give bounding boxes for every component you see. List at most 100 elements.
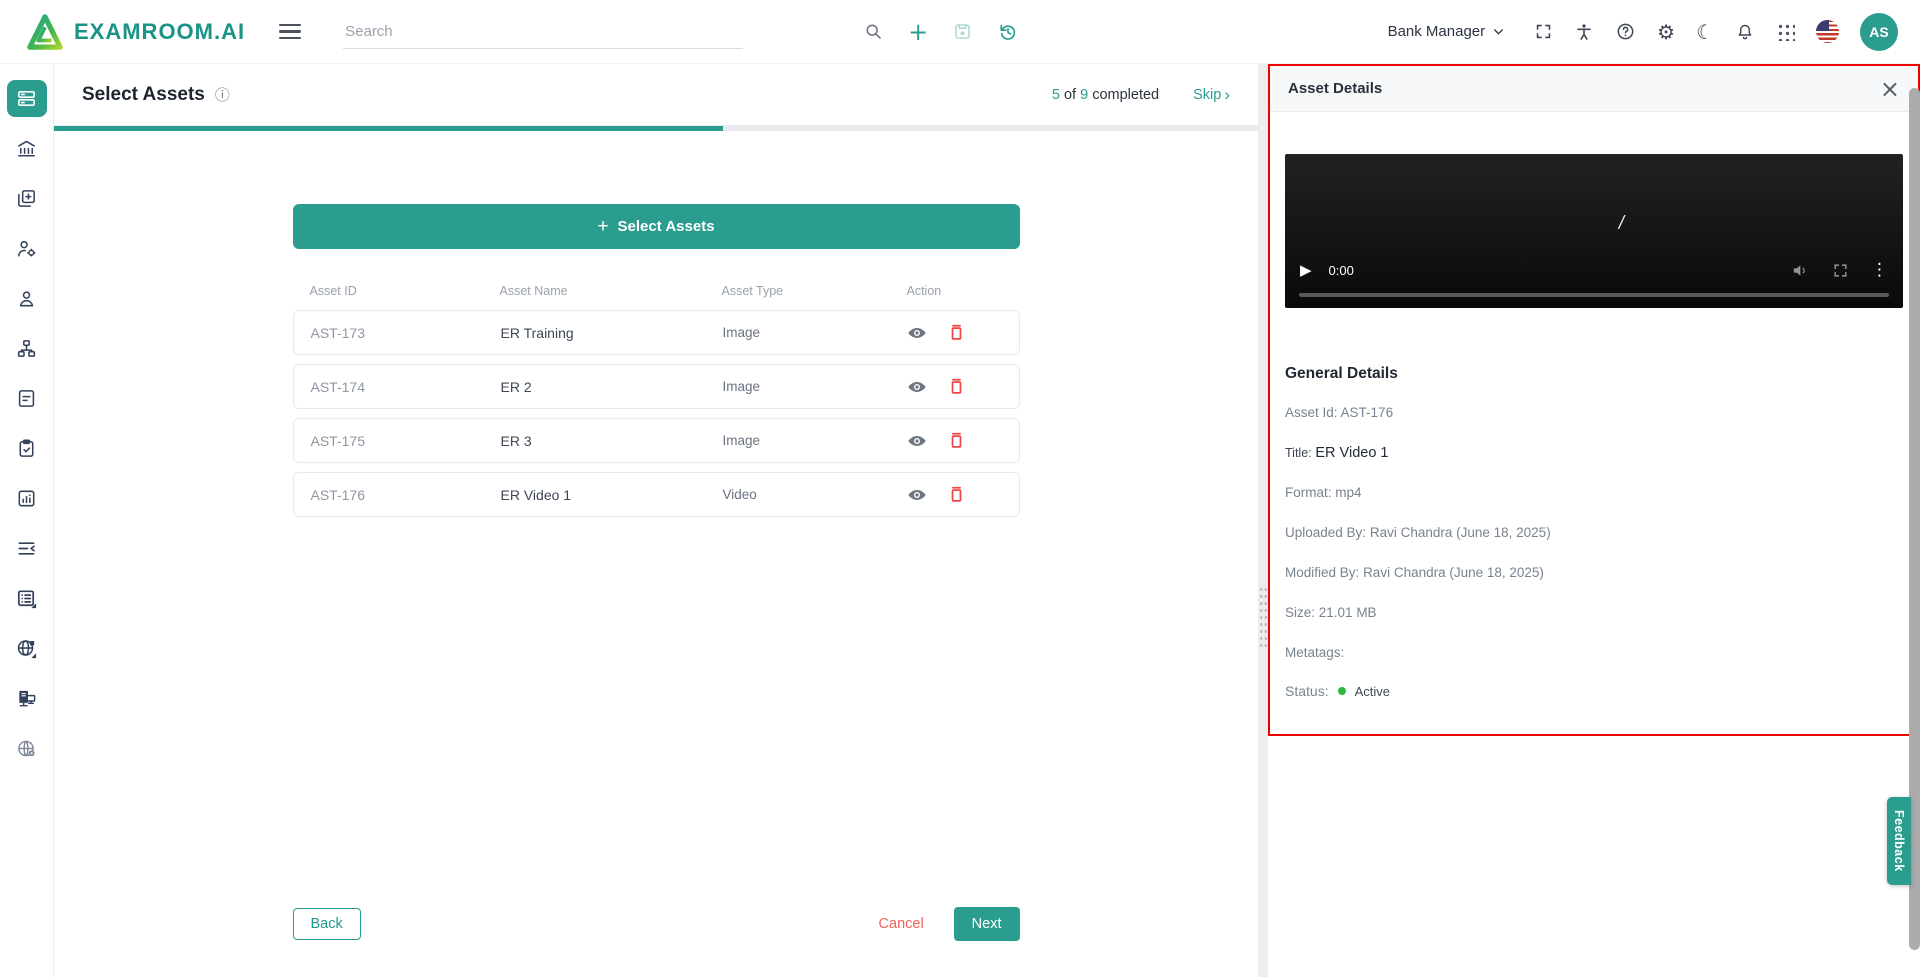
avatar[interactable]: AS: [1860, 12, 1898, 51]
content-area: + Select Assets Asset ID Asset Name Asse…: [54, 131, 1258, 977]
chevron-down-icon: [1494, 29, 1504, 35]
sidebar-item-document[interactable]: [7, 380, 47, 417]
preview-eye-icon[interactable]: [906, 376, 928, 398]
document-icon: [18, 390, 35, 407]
copy-add-icon: [18, 190, 35, 207]
table-row: AST-176 ER Video 1 Video: [292, 472, 1020, 517]
sidebar-item-hierarchy[interactable]: [7, 330, 47, 367]
list-collapse-icon: [18, 542, 35, 555]
preview-eye-icon[interactable]: [906, 430, 928, 452]
bank-institution-icon: [18, 140, 35, 157]
sidebar-item-user-settings[interactable]: [7, 230, 47, 267]
sidebar-item-bank[interactable]: [7, 130, 47, 167]
asset-type: Image: [722, 433, 761, 448]
clipboard-check-icon: [19, 439, 34, 457]
delete-trash-icon[interactable]: [947, 376, 966, 397]
detail-format: Format: mp4: [1285, 485, 1362, 500]
hamburger-menu-icon[interactable]: [279, 23, 302, 40]
globe-settings-icon: [18, 740, 35, 757]
brand-triangle-icon: [27, 13, 63, 50]
back-button[interactable]: Back: [292, 908, 361, 940]
feedback-tab[interactable]: Feedback: [1887, 797, 1911, 885]
asset-type: Video: [722, 487, 757, 502]
video-player[interactable]: / ▶ 0:00 ⋮: [1285, 154, 1903, 308]
detail-uploaded-by: Uploaded By: Ravi Chandra (June 18, 2025…: [1285, 525, 1551, 540]
asset-id: AST-173: [310, 324, 365, 341]
delete-trash-icon[interactable]: [947, 322, 966, 343]
asset-id: AST-175: [310, 432, 365, 449]
search-input[interactable]: [343, 14, 744, 49]
video-fullscreen-icon[interactable]: [1832, 262, 1849, 279]
delete-trash-icon[interactable]: [947, 484, 966, 505]
sidebar-item-server-network[interactable]: [7, 680, 47, 717]
skip-button[interactable]: Skip ›: [1193, 86, 1230, 103]
detail-status: Status: Active: [1285, 683, 1390, 699]
user-icon: [19, 291, 34, 307]
asset-name: ER 3: [500, 432, 532, 449]
close-icon[interactable]: ×: [1880, 77, 1900, 101]
plus-icon[interactable]: +: [908, 18, 928, 46]
brand-logo[interactable]: EXAMROOM.AI: [26, 13, 246, 50]
sidebar-item-chart-report[interactable]: [7, 480, 47, 517]
play-icon[interactable]: ▶: [1300, 261, 1312, 279]
preview-eye-icon[interactable]: [906, 322, 928, 344]
asset-details-body: / ▶ 0:00 ⋮ General Details Asset Id: AST…: [1270, 112, 1918, 719]
video-seek-bar[interactable]: [1299, 293, 1889, 297]
detail-size: Size: 21.01 MB: [1285, 605, 1377, 620]
next-button[interactable]: Next: [953, 907, 1020, 941]
sidebar-item-clipboard-check[interactable]: [7, 430, 47, 467]
asset-name: ER 2: [500, 378, 532, 395]
content-rows-icon: [18, 90, 35, 107]
sidebar-item-globe-settings[interactable]: [7, 730, 47, 767]
dark-mode-moon-icon[interactable]: ☾: [1696, 20, 1714, 44]
sidebar-item-copy-add[interactable]: [7, 180, 47, 217]
globe-export-icon: [17, 640, 37, 659]
sidebar-item-list-collapse[interactable]: [7, 530, 47, 567]
detail-modified-by: Modified By: Ravi Chandra (June 18, 2025…: [1285, 565, 1544, 580]
brand-name: EXAMROOM.AI: [74, 18, 246, 44]
language-flag-us-icon[interactable]: [1816, 20, 1839, 43]
top-navbar: EXAMROOM.AI + Bank Manager: [0, 0, 1920, 64]
general-details-title: General Details: [1285, 365, 1398, 382]
list-export-icon: [17, 590, 37, 609]
left-sidebar: [0, 64, 54, 977]
settings-gear-icon[interactable]: ⚙: [1657, 20, 1675, 44]
chevron-right-icon: ›: [1224, 85, 1230, 104]
sidebar-item-list-export[interactable]: [7, 580, 47, 617]
chart-report-icon: [18, 490, 35, 507]
delete-trash-icon[interactable]: [947, 430, 966, 451]
history-icon[interactable]: [997, 21, 1019, 43]
panel-resize-gutter: [1258, 64, 1268, 977]
table-row: AST-174 ER 2 Image: [292, 364, 1020, 409]
page-title: Select Assets: [82, 83, 205, 105]
notifications-bell-icon[interactable]: [1735, 22, 1755, 42]
sidebar-item-user[interactable]: [7, 280, 47, 317]
right-panel-column: Asset Details × / ▶ 0:00 ⋮ General Detai…: [1268, 64, 1920, 977]
info-icon[interactable]: ⓘ: [215, 84, 230, 105]
asset-name: ER Video 1: [500, 486, 572, 503]
accessibility-icon[interactable]: [1574, 22, 1594, 42]
help-icon[interactable]: [1615, 21, 1636, 42]
video-menu-kebab-icon[interactable]: ⋮: [1871, 260, 1888, 280]
asset-details-header: Asset Details ×: [1270, 66, 1918, 112]
asset-id: AST-174: [310, 378, 365, 395]
volume-icon[interactable]: [1791, 261, 1810, 280]
sidebar-item-globe-export[interactable]: [7, 630, 47, 667]
user-settings-icon: [18, 240, 36, 257]
select-assets-button[interactable]: + Select Assets: [292, 204, 1020, 249]
video-time: 0:00: [1328, 262, 1354, 278]
fullscreen-icon[interactable]: [1534, 22, 1553, 41]
search-icon[interactable]: [863, 21, 884, 42]
plus-icon: +: [597, 215, 609, 237]
table-header: Asset ID Asset Name Asset Type Action: [293, 284, 1020, 298]
sidebar-item-content-rows[interactable]: [6, 80, 47, 117]
apps-grid-icon[interactable]: [1776, 22, 1795, 41]
cancel-button[interactable]: Cancel: [879, 916, 924, 932]
role-label: Bank Manager: [1387, 23, 1486, 40]
preview-eye-icon[interactable]: [906, 484, 928, 506]
save-icon[interactable]: [952, 21, 973, 42]
col-action: Action: [906, 284, 942, 298]
drag-handle[interactable]: [1259, 586, 1268, 650]
navbar-right: Bank Manager ⚙ ☾ AS: [1388, 12, 1898, 51]
role-selector[interactable]: Bank Manager: [1388, 23, 1506, 40]
